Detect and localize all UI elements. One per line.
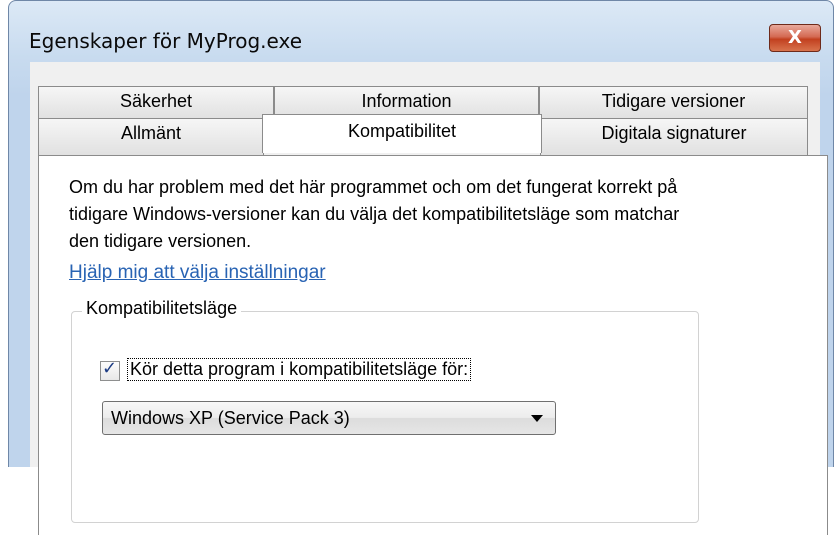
window-frame-left <box>8 95 30 467</box>
checkmark-icon: ✓ <box>102 358 118 379</box>
tab-tidigare-versioner[interactable]: Tidigare versioner <box>539 86 808 118</box>
tab-allmant[interactable]: Allmänt <box>38 118 264 155</box>
properties-window: Egenskaper för MyProg.exe X Säkerhet Inf… <box>8 0 834 535</box>
group-title: Kompatibilitetsläge <box>82 298 242 319</box>
os-version-select[interactable]: Windows XP (Service Pack 3) <box>102 401 556 435</box>
description-text: Om du har problem med det här programmet… <box>69 177 680 251</box>
close-button[interactable]: X <box>769 24 821 52</box>
tab-digitala-signaturer[interactable]: Digitala signaturer <box>540 118 808 155</box>
compatibility-mode-group: Kompatibilitetsläge ✓ Kör detta program … <box>71 298 699 523</box>
tab-kompatibilitet[interactable]: Kompatibilitet <box>262 114 542 153</box>
help-link[interactable]: Hjälp mig att välja inställningar <box>69 262 326 284</box>
os-version-selected: Windows XP (Service Pack 3) <box>111 408 350 428</box>
chevron-down-icon <box>531 415 543 422</box>
compatibility-checkbox[interactable]: ✓ <box>100 358 120 381</box>
compatibility-panel: Om du har problem med det här programmet… <box>38 155 828 535</box>
close-icon: X <box>788 27 802 48</box>
window-title: Egenskaper för MyProg.exe <box>29 29 303 53</box>
tab-sakerhet[interactable]: Säkerhet <box>38 86 274 118</box>
compatibility-checkbox-label[interactable]: Kör detta program i kompatibilitetsläge … <box>126 358 472 381</box>
dialog-client-area: Säkerhet Information Tidigare versioner … <box>30 62 828 535</box>
